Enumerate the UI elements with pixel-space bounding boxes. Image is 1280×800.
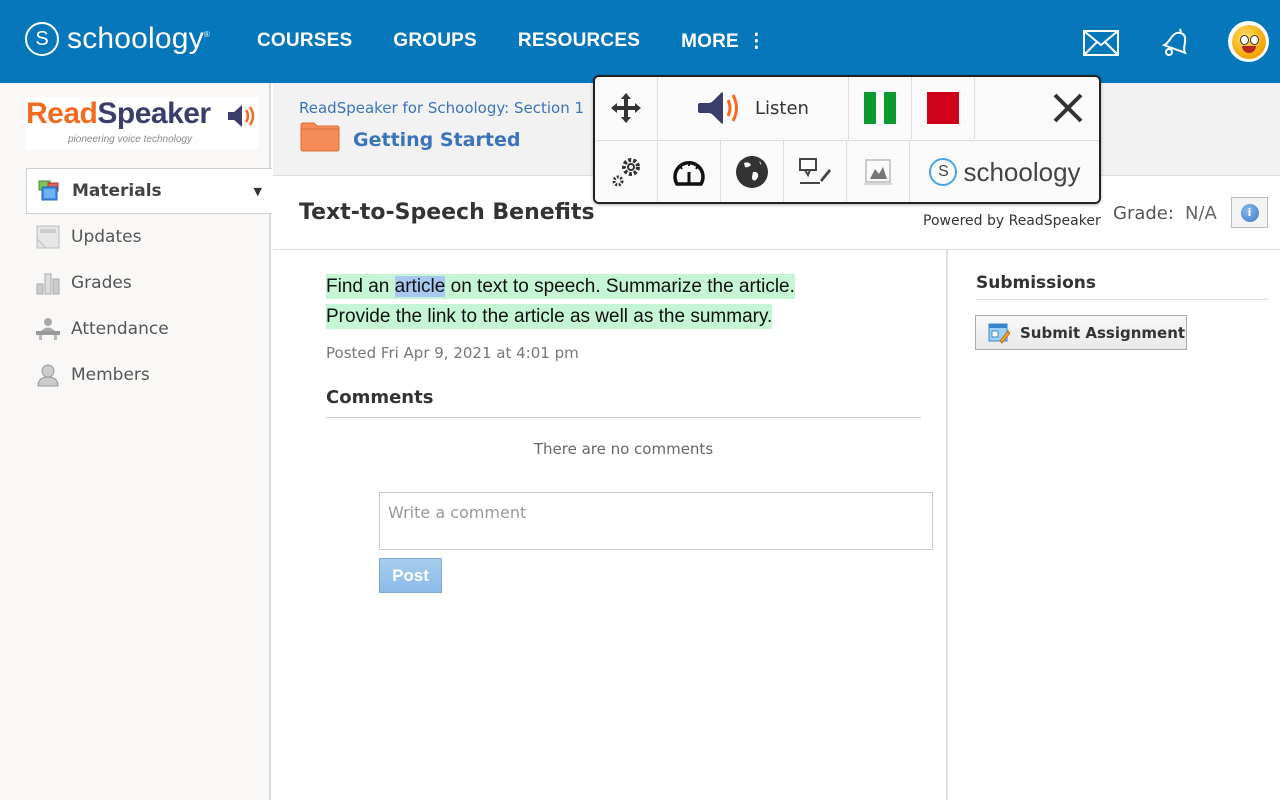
pause-icon [864, 92, 896, 124]
text-mode-icon [799, 158, 831, 184]
sidebar-item-label: Materials [72, 181, 162, 201]
move-icon [611, 93, 641, 123]
speed-icon [673, 161, 705, 186]
move-toolbar-handle[interactable] [595, 77, 658, 139]
readspeaker-logo: ReadSpeaker pioneering voice technology [26, 97, 258, 149]
sidebar-item-label: Attendance [71, 319, 169, 339]
posted-timestamp: Posted Fri Apr 9, 2021 at 4:01 pm [326, 344, 579, 362]
kebab-vertical-icon: ⋮ [746, 31, 767, 52]
listen-button[interactable]: Listen [658, 77, 849, 139]
powered-by-readspeaker: Powered by ReadSpeaker [923, 213, 1101, 229]
highlighted-sentence: Provide the link to the article as well … [326, 304, 773, 329]
nav-groups[interactable]: GROUPS [393, 30, 477, 53]
sidebar-item-label: Members [71, 365, 150, 385]
sidebar-menu: Materials ▼ Updates Grades Attendance Me… [26, 168, 272, 398]
pause-button[interactable] [849, 77, 912, 139]
sidebar-item-grades[interactable]: Grades [26, 260, 272, 306]
globe-icon [736, 156, 768, 188]
current-spoken-word: article [394, 276, 446, 297]
submit-assignment-icon [988, 322, 1011, 344]
image-icon [864, 159, 892, 185]
nav-more[interactable]: MORE ⋮ [681, 30, 766, 53]
listen-label: Listen [755, 97, 809, 119]
comments-heading: Comments [326, 387, 434, 408]
submit-assignment-button[interactable]: Submit Assignment [975, 315, 1187, 350]
chevron-down-icon[interactable]: ▼ [254, 185, 262, 198]
readspeaker-logo-speaker: Speaker [97, 97, 211, 130]
mail-icon[interactable] [1083, 30, 1119, 60]
assignment-description: Find an article on text to speech. Summa… [326, 274, 795, 329]
sidebar-item-label: Grades [71, 273, 132, 293]
readspeaker-toolbar: Listen S schoology [593, 75, 1101, 204]
bell-icon[interactable] [1160, 27, 1192, 61]
settings-button[interactable] [595, 141, 658, 202]
info-icon: i [1240, 203, 1259, 222]
divider [273, 249, 1280, 250]
sidebar-item-materials[interactable]: Materials ▼ [26, 168, 272, 214]
schoology-logo-text: schoology [67, 22, 204, 55]
submit-assignment-label: Submit Assignment [1020, 323, 1186, 342]
schoology-brand-text: schoology [963, 156, 1081, 187]
sidebar-item-label: Updates [71, 227, 142, 247]
stop-icon [927, 92, 959, 124]
sidebar-item-members[interactable]: Members [26, 352, 272, 398]
user-avatar[interactable] [1228, 21, 1269, 62]
avatar-emoji-icon [1231, 24, 1266, 59]
grade-info-button[interactable]: i [1231, 197, 1268, 228]
no-comments-text: There are no comments [533, 440, 714, 458]
divider [976, 299, 1268, 300]
schoology-logo-icon: S [929, 158, 958, 186]
sidebar-item-updates[interactable]: Updates [26, 214, 272, 260]
schoology-logo[interactable]: S schoology® [25, 22, 210, 56]
members-icon [35, 362, 61, 388]
toolbar-spacer [975, 77, 1037, 139]
top-navigation-bar: S schoology® COURSES GROUPS RESOURCES MO… [0, 0, 1280, 83]
nav-more-label: MORE [681, 31, 739, 52]
folder-icon [300, 122, 340, 152]
page-title: Text-to-Speech Benefits [299, 200, 595, 225]
attendance-icon [35, 316, 61, 342]
grade-value: N/A [1185, 203, 1217, 224]
column-divider [946, 250, 948, 800]
image-reader-button[interactable] [847, 141, 910, 202]
close-toolbar-button[interactable] [1037, 77, 1098, 139]
schoology-brand-button[interactable]: S schoology [910, 141, 1099, 202]
comment-input[interactable] [379, 492, 933, 550]
grades-icon [35, 270, 61, 296]
post-comment-button[interactable]: Post [379, 558, 442, 593]
submissions-heading: Submissions [976, 273, 1097, 293]
speed-button[interactable] [658, 141, 721, 202]
schoology-logo-icon: S [25, 22, 59, 56]
breadcrumb-course-link[interactable]: ReadSpeaker for Schoology: Section 1 [299, 99, 584, 117]
updates-icon [35, 224, 61, 250]
nav-courses[interactable]: COURSES [257, 30, 352, 53]
sidebar-item-attendance[interactable]: Attendance [26, 306, 272, 352]
settings-icon [612, 158, 640, 187]
nav-resources[interactable]: RESOURCES [518, 30, 640, 53]
close-icon [1053, 93, 1082, 123]
readspeaker-logo-read: Read [26, 97, 98, 130]
materials-icon [36, 178, 62, 204]
divider [326, 417, 921, 418]
stop-button[interactable] [912, 77, 975, 139]
speaker-icon [698, 92, 739, 124]
readspeaker-tagline: pioneering voice technology [68, 134, 192, 145]
text-mode-button[interactable] [784, 141, 847, 202]
language-button[interactable] [721, 141, 784, 202]
speaker-icon [226, 103, 258, 133]
folder-title-link[interactable]: Getting Started [353, 129, 520, 151]
grade-label: Grade: [1113, 203, 1174, 224]
